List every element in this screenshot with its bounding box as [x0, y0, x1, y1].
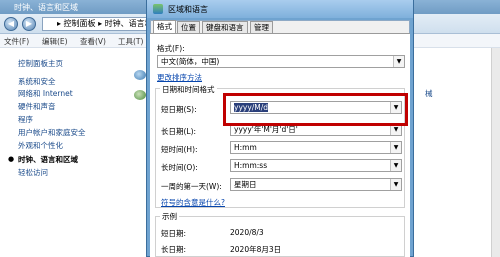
menu-file[interactable]: 文件(F)	[4, 36, 29, 47]
sidebar-item-appearance[interactable]: 外观和个性化	[18, 140, 63, 151]
sidebar-item-accessibility[interactable]: 轻松访问	[18, 167, 48, 178]
menu-tools[interactable]: 工具(T)	[118, 36, 143, 47]
annotation-highlight-box	[223, 93, 408, 126]
dialog-title: 区域和语言	[168, 5, 208, 14]
long-date-value: yyyy'年'M'月'd'日'	[234, 125, 298, 134]
change-sort-link[interactable]: 更改排序方法	[157, 72, 202, 83]
long-time-value: H:mm:ss	[234, 161, 268, 170]
first-day-value: 星期日	[234, 180, 257, 189]
long-time-select[interactable]: H:mm:ss ▼	[230, 159, 402, 172]
long-time-label: 长时间(O):	[161, 163, 198, 172]
region-globe-icon	[153, 4, 163, 14]
tab-format[interactable]: 格式	[153, 20, 176, 34]
background-link-fragment[interactable]: 械	[425, 88, 433, 99]
sidebar-item-security[interactable]: 系统和安全	[18, 76, 56, 87]
short-time-value: H:mm	[234, 143, 257, 152]
sidebar-item-clock-region[interactable]: 时钟、语言和区域	[18, 154, 78, 165]
example-short-date-label: 短日期:	[161, 229, 187, 238]
sidebar-item-home[interactable]: 控制面板主页	[18, 58, 63, 69]
example-long-date-value: 2020年8月3日	[230, 245, 282, 254]
example-long-date-label: 长日期:	[161, 245, 187, 254]
format-select[interactable]: 中文(简体，中国) ▼	[157, 55, 405, 68]
control-panel-title: 时钟、语言和区域	[14, 3, 78, 12]
sidebar-item-programs[interactable]: 程序	[18, 114, 33, 125]
clock-icon	[134, 90, 146, 100]
format-label: 格式(F):	[157, 44, 185, 53]
symbols-meaning-link[interactable]: 符号的含意是什么?	[161, 197, 225, 208]
short-time-label: 短时间(H):	[161, 145, 198, 154]
menu-view[interactable]: 查看(V)	[80, 36, 106, 47]
menu-edit[interactable]: 编辑(E)	[42, 36, 68, 47]
example-short-date-value: 2020/8/3	[230, 228, 264, 237]
sidebar-item-network[interactable]: 网络和 Internet	[18, 88, 73, 99]
example-title: 示例	[160, 211, 179, 222]
chevron-down-icon: ▼	[393, 56, 404, 67]
sidebar-item-accounts[interactable]: 用户帐户和家庭安全	[18, 127, 86, 138]
short-date-label: 短日期(S):	[161, 105, 197, 114]
chevron-down-icon: ▼	[390, 160, 401, 171]
format-select-value: 中文(简体，中国)	[161, 57, 220, 66]
chevron-down-icon: ▼	[390, 142, 401, 153]
address-bar[interactable]: ▸ 控制面板 ▸ 时钟、语言和区域	[42, 17, 152, 31]
region-icon	[134, 70, 146, 80]
current-item-bullet-icon: ●	[8, 155, 15, 163]
sidebar-item-hardware[interactable]: 硬件和声音	[18, 101, 56, 112]
short-time-select[interactable]: H:mm ▼	[230, 141, 402, 154]
scrollbar[interactable]	[491, 48, 500, 257]
first-day-select[interactable]: 星期日 ▼	[230, 178, 402, 191]
date-time-format-title: 日期和时间格式	[160, 84, 217, 95]
chevron-down-icon: ▼	[390, 179, 401, 190]
long-date-label: 长日期(L):	[161, 127, 197, 136]
back-button-icon[interactable]: ◀	[4, 17, 18, 31]
forward-button-icon[interactable]: ▶	[22, 17, 36, 31]
first-day-label: 一周的第一天(W):	[161, 182, 222, 191]
